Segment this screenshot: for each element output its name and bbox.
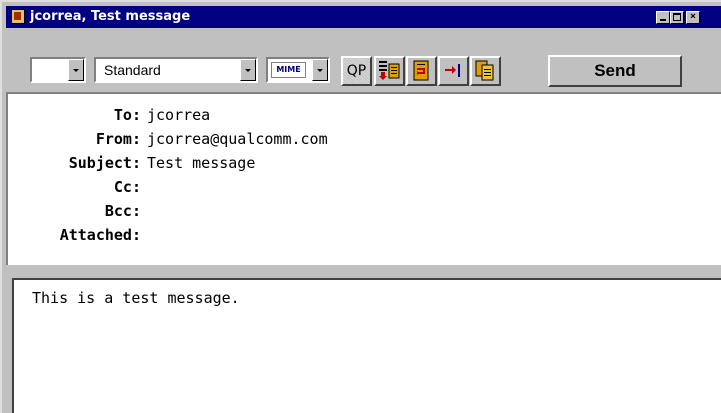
cc-row[interactable]: Cc:: [8, 176, 721, 198]
word-wrap-button[interactable]: [406, 56, 437, 86]
minimize-icon: [660, 19, 666, 21]
text-attachment-icon: [379, 61, 400, 80]
chevron-down-icon[interactable]: [68, 59, 84, 81]
subject-row[interactable]: Subject: Test message: [8, 152, 721, 174]
header-body-splitter[interactable]: [6, 266, 721, 272]
keep-copy-icon: [475, 60, 494, 81]
subject-field[interactable]: Test message: [147, 154, 255, 172]
eudora-message-icon[interactable]: [11, 9, 25, 24]
close-icon: ×: [689, 11, 697, 22]
from-row[interactable]: From: jcorrea@qualcomm.com: [8, 128, 721, 150]
subject-label: Subject:: [68, 154, 141, 172]
title-bar[interactable]: jcorrea, Test message ×: [6, 6, 721, 28]
tab-indent-icon: [445, 64, 460, 77]
from-field[interactable]: jcorrea@qualcomm.com: [147, 130, 328, 148]
from-label: From:: [95, 130, 141, 148]
priority-select[interactable]: [30, 57, 86, 83]
toolbar: Standard MIME QP Send: [2, 30, 721, 92]
message-window: jcorrea, Test message × Standard MIME QP: [0, 0, 721, 413]
tabs-in-body-button[interactable]: [438, 56, 469, 86]
encoding-value: MIME: [271, 62, 306, 78]
encoding-select[interactable]: MIME: [266, 57, 330, 83]
bcc-label: Bcc:: [104, 202, 141, 220]
minimize-button[interactable]: [656, 11, 670, 24]
attached-label: Attached:: [59, 226, 141, 244]
send-button[interactable]: Send: [548, 55, 682, 87]
to-row[interactable]: To: jcorrea: [8, 104, 721, 126]
close-button[interactable]: ×: [686, 11, 700, 24]
attached-row[interactable]: Attached:: [8, 224, 721, 246]
body-text: This is a test message.: [32, 289, 240, 307]
signature-select[interactable]: Standard: [94, 57, 258, 83]
quoted-printable-button[interactable]: QP: [341, 56, 372, 86]
to-field[interactable]: jcorrea: [147, 106, 210, 124]
cc-label: Cc:: [113, 178, 141, 196]
maximize-button[interactable]: [670, 11, 684, 24]
to-label: To:: [113, 106, 141, 124]
word-wrap-icon: [413, 60, 429, 81]
message-body[interactable]: This is a test message.: [12, 278, 721, 413]
window-title: jcorrea, Test message: [30, 9, 191, 24]
text-as-attachment-button[interactable]: [374, 56, 405, 86]
keep-copy-button[interactable]: [470, 56, 501, 86]
signature-value: Standard: [104, 62, 161, 78]
chevron-down-icon[interactable]: [312, 59, 328, 81]
chevron-down-icon[interactable]: [240, 59, 256, 81]
message-header: To: jcorrea From: jcorrea@qualcomm.com S…: [6, 92, 721, 265]
maximize-icon: [673, 13, 681, 21]
bcc-row[interactable]: Bcc:: [8, 200, 721, 222]
qp-label: QP: [346, 63, 367, 79]
